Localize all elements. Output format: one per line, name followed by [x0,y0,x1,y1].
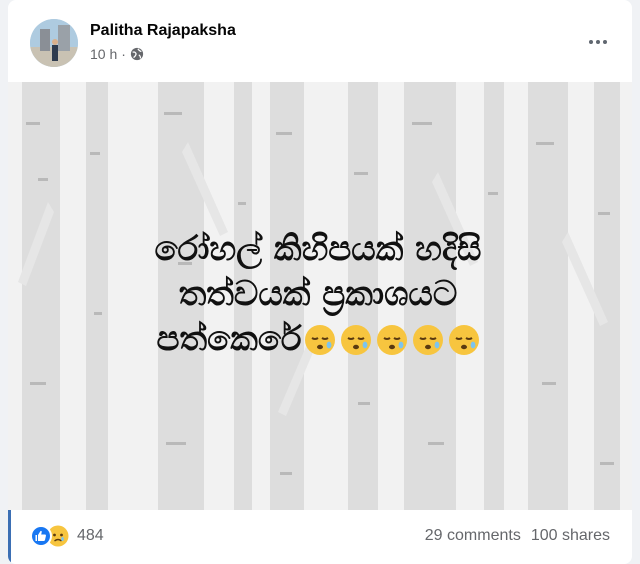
post-text-line-3-words: පත්කෙරේ [156,318,302,359]
post-meta: 10 h · [90,46,144,62]
more-options-icon[interactable] [580,28,616,56]
post-time[interactable]: 10 h [90,46,117,62]
comments-count[interactable]: 29 comments [425,527,521,545]
sleepy-face-emoji [376,325,407,356]
reaction-count[interactable]: 484 [77,527,104,545]
author-name[interactable]: Palitha Rajapaksha [90,22,236,40]
emoji-row [304,324,480,356]
post-image-text: රෝහල් කිහිපයක් හදිසි තත්වයක් ප්‍රකාශයට ප… [78,227,558,362]
reactions-summary[interactable]: 484 [30,525,104,547]
author-avatar[interactable] [30,19,78,67]
shares-count[interactable]: 100 shares [531,527,610,545]
post-text-line-1: රෝහල් කිහිපයක් හදිසි [154,229,482,269]
sleepy-face-emoji [448,325,479,356]
post-text-line-3: පත්කෙරේ [78,317,558,362]
post-stats: 29 comments 100 shares [425,527,610,545]
globe-icon[interactable] [130,47,144,61]
post-footer: 484 29 comments 100 shares [8,510,632,564]
sleepy-face-emoji [412,325,443,356]
sleepy-face-emoji [340,325,371,356]
post-header: Palitha Rajapaksha 10 h · [8,0,632,82]
like-icon [30,525,52,547]
post-image[interactable]: රෝහල් කිහිපයක් හදිසි තත්වයක් ප්‍රකාශයට ප… [8,82,632,510]
meta-separator: · [121,46,126,62]
post-card: Palitha Rajapaksha 10 h · රෝහල් කිහිපයක්… [8,0,632,564]
post-text-line-2: තත්වයක් ප්‍රකාශයට [178,273,458,314]
sleepy-face-emoji [304,325,335,356]
